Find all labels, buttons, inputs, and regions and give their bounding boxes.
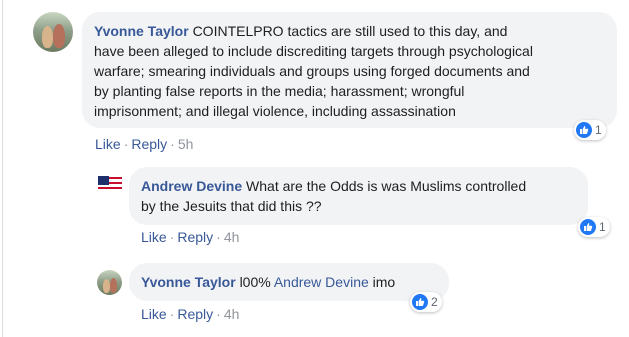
like-link[interactable]: Like [95, 136, 121, 152]
reply-link[interactable]: Reply [177, 306, 213, 322]
comment-bubble: Yvonne Taylor COINTELPRO tactics are sti… [82, 12, 617, 128]
reaction-count: 1 [595, 123, 602, 137]
timestamp[interactable]: 5h [178, 136, 194, 152]
timestamp[interactable]: 4h [224, 306, 240, 322]
comment-text-line: by the Jesuits that did this ?? [141, 198, 322, 214]
reaction-badge[interactable]: 2 [410, 292, 442, 312]
timestamp[interactable]: 4h [224, 229, 240, 245]
comment-bubble: Yvonne Taylor l00% Andrew Devine imo [129, 263, 449, 301]
comment-actions: Like · Reply · 4h [141, 306, 239, 322]
separator: · [170, 136, 175, 152]
comment-actions: Like · Reply · 5h [95, 136, 193, 152]
thumbs-up-icon [412, 294, 428, 310]
reaction-count: 1 [599, 220, 606, 234]
avatar[interactable] [98, 176, 122, 192]
reply-link[interactable]: Reply [177, 229, 213, 245]
thread-line [2, 0, 3, 337]
comment-text-line: imprisonment; and illegal violence, incl… [94, 103, 456, 119]
comment-author[interactable]: Andrew Devine [141, 178, 242, 194]
thumbs-up-icon [576, 122, 592, 138]
comment-bubble: Andrew Devine What are the Odds is was M… [129, 167, 588, 225]
like-link[interactable]: Like [141, 306, 167, 322]
comment-text-line: warfare; smearing individuals and groups… [94, 63, 530, 79]
comment-actions: Like · Reply · 4h [141, 229, 239, 245]
reaction-badge[interactable]: 1 [574, 120, 606, 140]
avatar[interactable] [33, 12, 73, 52]
separator: · [169, 229, 175, 245]
separator: · [216, 229, 221, 245]
thumbs-up-icon [580, 219, 596, 235]
comment-text-line: COINTELPRO tactics are still used to thi… [192, 23, 508, 39]
comment-text: imo [372, 274, 396, 290]
comment-author[interactable]: Yvonne Taylor [94, 23, 189, 39]
separator: · [216, 306, 221, 322]
comment-text: l00% [239, 274, 271, 290]
comment-author[interactable]: Yvonne Taylor [141, 274, 236, 290]
mention-link[interactable]: Andrew Devine [274, 274, 369, 290]
separator: · [123, 136, 129, 152]
comment-text-line: What are the Odds is was Muslims control… [246, 178, 527, 194]
like-link[interactable]: Like [141, 229, 167, 245]
avatar[interactable] [97, 270, 122, 295]
comment-text-line: have been alleged to include discreditin… [94, 43, 533, 59]
reaction-count: 2 [431, 295, 438, 309]
separator: · [169, 306, 175, 322]
reply-link[interactable]: Reply [131, 136, 167, 152]
flag-avatar-icon [98, 176, 122, 192]
comment-text-line: by planting false reports in the media; … [94, 83, 465, 99]
reaction-badge[interactable]: 1 [578, 217, 610, 237]
